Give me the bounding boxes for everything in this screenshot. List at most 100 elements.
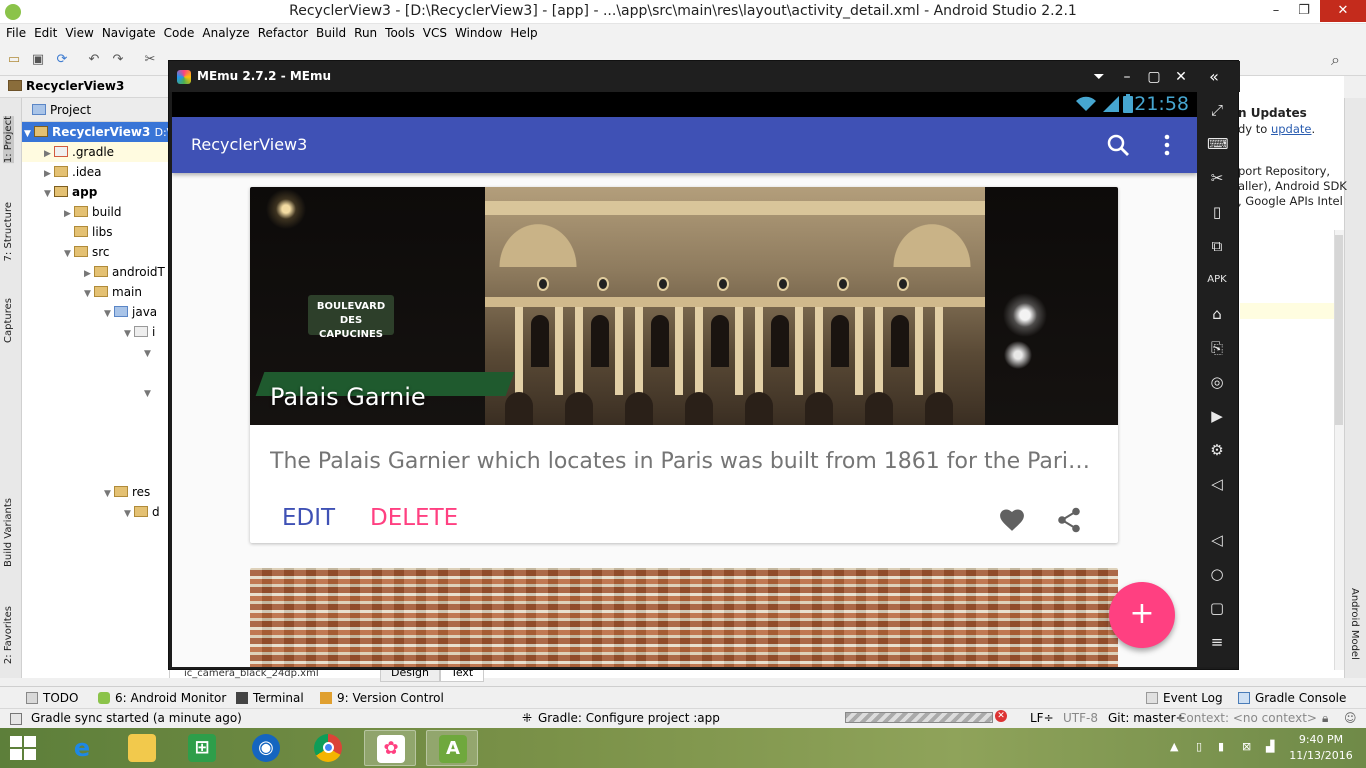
- memu-maximize-button[interactable]: ▢: [1144, 67, 1164, 87]
- project-panel-header[interactable]: Project: [22, 98, 169, 122]
- gradle-console-tab[interactable]: Gradle Console: [1238, 691, 1346, 705]
- status-toggle-icon[interactable]: [10, 713, 22, 725]
- signal-icon[interactable]: ▟: [1266, 740, 1274, 753]
- tree-item-java[interactable]: ▼ java: [22, 302, 169, 322]
- record-icon[interactable]: ▶: [1207, 406, 1227, 426]
- memu-minimize-button[interactable]: –: [1117, 67, 1137, 87]
- menu-view[interactable]: View: [63, 24, 99, 44]
- delete-button[interactable]: DELETE: [370, 505, 458, 531]
- menu-analyze[interactable]: Analyze: [200, 24, 255, 44]
- tree-item-src[interactable]: ▼ src: [22, 242, 169, 262]
- git-branch[interactable]: Git: master÷: [1108, 711, 1186, 725]
- search-icon[interactable]: [1106, 133, 1130, 157]
- context-indicator[interactable]: Context: <no context>: [1178, 711, 1317, 725]
- android-screen[interactable]: 21:58 RecyclerView3 BOULEVARD DES CAPUCI…: [172, 92, 1197, 667]
- tree-item-androidtest[interactable]: ▶ androidT: [22, 262, 169, 282]
- event-log-tab[interactable]: Event Log: [1146, 691, 1223, 705]
- home-button-icon[interactable]: ○: [1207, 564, 1227, 584]
- minimize-button[interactable]: –: [1262, 0, 1290, 22]
- menu-vcs[interactable]: VCS: [421, 24, 453, 44]
- tab-android-model[interactable]: Android Model: [1349, 588, 1360, 660]
- settings-icon[interactable]: ⚙: [1207, 440, 1227, 460]
- tab-captures[interactable]: Captures: [3, 298, 14, 343]
- menu-window[interactable]: Window: [453, 24, 508, 44]
- menu-run[interactable]: Run: [352, 24, 383, 44]
- taskbar-browser[interactable]: ◉: [240, 730, 292, 766]
- menu-tools[interactable]: Tools: [383, 24, 421, 44]
- place-card[interactable]: BOULEVARD DES CAPUCINES Palais Garnie Th…: [250, 187, 1118, 543]
- taskbar-android-studio[interactable]: A: [426, 730, 478, 766]
- status-message[interactable]: Gradle sync started (a minute ago): [31, 711, 242, 725]
- taskbar-file-explorer[interactable]: [116, 730, 168, 766]
- todo-tab[interactable]: TODO: [26, 691, 78, 705]
- tree-item-subpackage-2[interactable]: ▼: [22, 382, 169, 402]
- keyboard-mapping-icon[interactable]: ⌨: [1207, 134, 1229, 154]
- lock-icon[interactable]: 🔒︎: [1322, 711, 1328, 726]
- fullscreen-icon[interactable]: ⤢: [1207, 100, 1227, 120]
- menu-edit[interactable]: Edit: [32, 24, 63, 44]
- cancel-task-icon[interactable]: ✕: [995, 710, 1007, 722]
- save-icon[interactable]: ▣: [30, 52, 46, 68]
- tab-structure[interactable]: 7: Structure: [3, 202, 14, 261]
- rotate-icon[interactable]: ⧉: [1207, 236, 1227, 256]
- tree-item-idea[interactable]: ▶ .idea: [22, 162, 169, 182]
- tree-item-libs[interactable]: libs: [22, 222, 169, 242]
- volume-icon[interactable]: ◁: [1207, 474, 1227, 494]
- place-card-2-image[interactable]: [250, 568, 1118, 667]
- tree-item-main[interactable]: ▼ main: [22, 282, 169, 302]
- more-menu-icon[interactable]: ≡: [1207, 632, 1227, 652]
- tree-item-drawable[interactable]: ▼ d: [22, 502, 169, 522]
- tree-item-package[interactable]: ▼ i: [22, 322, 169, 342]
- back-button-icon[interactable]: ◁: [1207, 530, 1227, 550]
- menu-refactor[interactable]: Refactor: [256, 24, 314, 44]
- android-monitor-tab[interactable]: 6: Android Monitor: [98, 691, 226, 705]
- inspector-icon[interactable]: ☺︎: [1344, 711, 1357, 725]
- tree-item-gradle[interactable]: ▶ .gradle: [22, 142, 169, 162]
- overflow-menu-icon[interactable]: [1162, 133, 1172, 157]
- menu-build[interactable]: Build: [314, 24, 352, 44]
- menu-help[interactable]: Help: [508, 24, 543, 44]
- menu-code[interactable]: Code: [162, 24, 201, 44]
- memu-title-bar[interactable]: MEmu 2.7.2 - MEmu ⏷ – ▢ ✕ «: [169, 61, 1240, 92]
- tab-favorites[interactable]: 2: Favorites: [3, 606, 14, 664]
- tree-item-app[interactable]: ▼ app: [22, 182, 169, 202]
- cut-icon[interactable]: ✂: [142, 52, 158, 68]
- share-icon[interactable]: [1057, 507, 1081, 533]
- redo-icon[interactable]: ↷: [110, 52, 126, 68]
- collapse-sidebar-icon[interactable]: «: [1204, 67, 1224, 87]
- apk-install-icon[interactable]: APK: [1207, 270, 1227, 290]
- start-button[interactable]: [10, 736, 36, 760]
- tree-item-root[interactable]: ▼ RecyclerView3 D:\: [22, 122, 169, 142]
- background-task[interactable]: Gradle: Configure project :app: [538, 711, 720, 725]
- line-separator[interactable]: LF÷: [1030, 711, 1054, 725]
- undo-icon[interactable]: ↶: [86, 52, 102, 68]
- shake-icon[interactable]: ▯: [1207, 202, 1227, 222]
- updates-notification[interactable]: n Updates dy to update. port Repository,…: [1238, 100, 1347, 230]
- tree-item-res[interactable]: ▼ res: [22, 482, 169, 502]
- menu-file[interactable]: File: [4, 24, 32, 44]
- shared-folder-icon[interactable]: ⌂: [1207, 304, 1227, 324]
- tab-project[interactable]: 1: Project: [3, 116, 14, 164]
- maximize-button[interactable]: ❐: [1290, 0, 1318, 22]
- screenshot-icon[interactable]: ✂: [1207, 168, 1227, 188]
- file-encoding[interactable]: UTF-8: [1063, 711, 1098, 725]
- recents-button-icon[interactable]: ▢: [1207, 598, 1227, 618]
- tree-item-build[interactable]: ▶ build: [22, 202, 169, 222]
- close-button[interactable]: ✕: [1320, 0, 1366, 22]
- update-link[interactable]: update: [1271, 122, 1312, 136]
- location-icon[interactable]: ◎: [1207, 372, 1227, 392]
- network-icon[interactable]: ⊠: [1242, 740, 1251, 753]
- taskbar-internet-explorer[interactable]: e: [56, 730, 108, 766]
- open-file-tab[interactable]: ic_camera_black_24dp.xml: [170, 668, 370, 682]
- taskbar-chrome[interactable]: [302, 730, 354, 766]
- tree-item-subpackage[interactable]: ▼: [22, 342, 169, 362]
- sync-icon[interactable]: ⟳: [54, 52, 70, 68]
- favorite-icon[interactable]: [999, 508, 1025, 532]
- taskbar-store[interactable]: ⊞: [176, 730, 228, 766]
- memu-close-button[interactable]: ✕: [1171, 67, 1191, 87]
- battery-icon[interactable]: ▯: [1196, 740, 1202, 753]
- breadcrumb[interactable]: RecyclerView3: [8, 79, 124, 93]
- add-fab-button[interactable]: +: [1109, 582, 1175, 648]
- version-control-tab[interactable]: 9: Version Control: [320, 691, 444, 705]
- open-folder-icon[interactable]: ▭: [6, 52, 22, 68]
